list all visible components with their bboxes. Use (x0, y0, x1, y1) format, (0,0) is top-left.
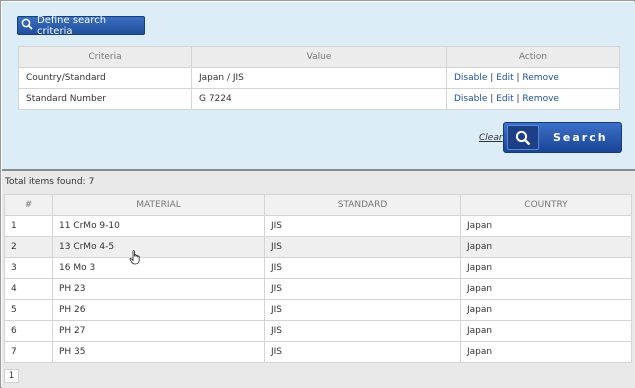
action-separator: | (490, 94, 494, 104)
country-cell: Japan (460, 299, 632, 321)
remove-link[interactable]: Remove (522, 94, 559, 104)
action-separator: | (490, 73, 494, 83)
criteria-name: Standard Number (18, 88, 192, 110)
row-number: 5 (4, 299, 53, 321)
criteria-row: Country/Standard Japan / JIS Disable | E… (18, 67, 620, 89)
total-items: Total items found: 7 (5, 177, 94, 187)
table-row[interactable]: 7 PH 35 JIS Japan (4, 341, 632, 363)
standard-cell: JIS (264, 257, 461, 279)
standard-cell: JIS (264, 236, 461, 258)
standard-cell: JIS (264, 278, 461, 300)
row-number: 1 (4, 215, 53, 237)
material-cell[interactable]: PH 26 (52, 299, 265, 321)
criteria-value: Japan / JIS (191, 67, 447, 89)
country-cell: Japan (460, 320, 632, 342)
remove-link[interactable]: Remove (522, 73, 559, 83)
page-1-button[interactable]: 1 (4, 369, 19, 383)
hand-pointer-icon (129, 250, 141, 268)
clear-link[interactable]: Clear (479, 133, 503, 143)
column-header-standard[interactable]: STANDARD (264, 194, 461, 216)
row-number: 3 (4, 257, 53, 279)
row-number: 2 (4, 236, 53, 258)
table-row[interactable]: 6 PH 27 JIS Japan (4, 320, 632, 342)
define-search-criteria-button[interactable]: Define search criteria (17, 14, 145, 37)
country-cell: Japan (460, 278, 632, 300)
standard-cell: JIS (264, 341, 461, 363)
results-header-row: # MATERIAL STANDARD COUNTRY (4, 194, 632, 216)
criteria-panel: Define search criteria Criteria Value Ac… (2, 2, 635, 169)
criteria-actions: Disable | Edit | Remove (446, 88, 620, 110)
search-button[interactable]: Search (503, 122, 622, 153)
column-header-material[interactable]: MATERIAL (52, 194, 265, 216)
criteria-row: Standard Number G 7224 Disable | Edit | … (18, 88, 620, 110)
standard-cell: JIS (264, 215, 461, 237)
standard-cell: JIS (264, 299, 461, 321)
table-row[interactable]: 1 11 CrMo 9-10 JIS Japan (4, 215, 632, 237)
column-header-number: # (4, 194, 53, 216)
app-frame: Define search criteria Criteria Value Ac… (0, 0, 635, 388)
disable-link[interactable]: Disable (454, 73, 487, 83)
country-cell: Japan (460, 236, 632, 258)
material-cell[interactable]: 13 CrMo 4-5 (52, 236, 265, 258)
criteria-table: Criteria Value Action Country/Standard J… (18, 46, 620, 110)
disable-link[interactable]: Disable (454, 94, 487, 104)
total-items-label: Total items found: (5, 177, 86, 187)
total-items-count: 7 (88, 177, 95, 187)
country-cell: Japan (460, 257, 632, 279)
criteria-name: Country/Standard (18, 67, 192, 89)
column-header-value: Value (191, 46, 447, 68)
column-header-criteria: Criteria (18, 46, 192, 68)
column-header-action: Action (446, 46, 620, 68)
row-number: 6 (4, 320, 53, 342)
define-search-criteria-label: Define search criteria (37, 14, 107, 37)
edit-link[interactable]: Edit (496, 73, 513, 83)
results-area: Total items found: 7 # MATERIAL STANDARD … (2, 171, 635, 388)
search-icon (507, 125, 539, 150)
country-cell: Japan (460, 215, 632, 237)
action-separator: | (516, 94, 520, 104)
search-icon (21, 18, 33, 33)
material-cell[interactable]: 11 CrMo 9-10 (52, 215, 265, 237)
material-cell[interactable]: PH 23 (52, 278, 265, 300)
table-row[interactable]: 2 13 CrMo 4-5 JIS Japan (4, 236, 632, 258)
standard-cell: JIS (264, 320, 461, 342)
table-row[interactable]: 5 PH 26 JIS Japan (4, 299, 632, 321)
criteria-actions: Disable | Edit | Remove (446, 67, 620, 89)
table-row[interactable]: 3 16 Mo 3 JIS Japan (4, 257, 632, 279)
results-table: # MATERIAL STANDARD COUNTRY 1 11 CrMo 9-… (4, 194, 632, 363)
row-number: 4 (4, 278, 53, 300)
row-number: 7 (4, 341, 53, 363)
edit-link[interactable]: Edit (496, 94, 513, 104)
table-row[interactable]: 4 PH 23 JIS Japan (4, 278, 632, 300)
criteria-header-row: Criteria Value Action (18, 46, 620, 68)
country-cell: Japan (460, 341, 632, 363)
material-cell[interactable]: PH 27 (52, 320, 265, 342)
material-cell[interactable]: PH 35 (52, 341, 265, 363)
action-separator: | (516, 73, 520, 83)
material-cell[interactable]: 16 Mo 3 (52, 257, 265, 279)
criteria-value: G 7224 (191, 88, 447, 110)
column-header-country[interactable]: COUNTRY (460, 194, 632, 216)
search-button-label: Search (553, 131, 608, 144)
